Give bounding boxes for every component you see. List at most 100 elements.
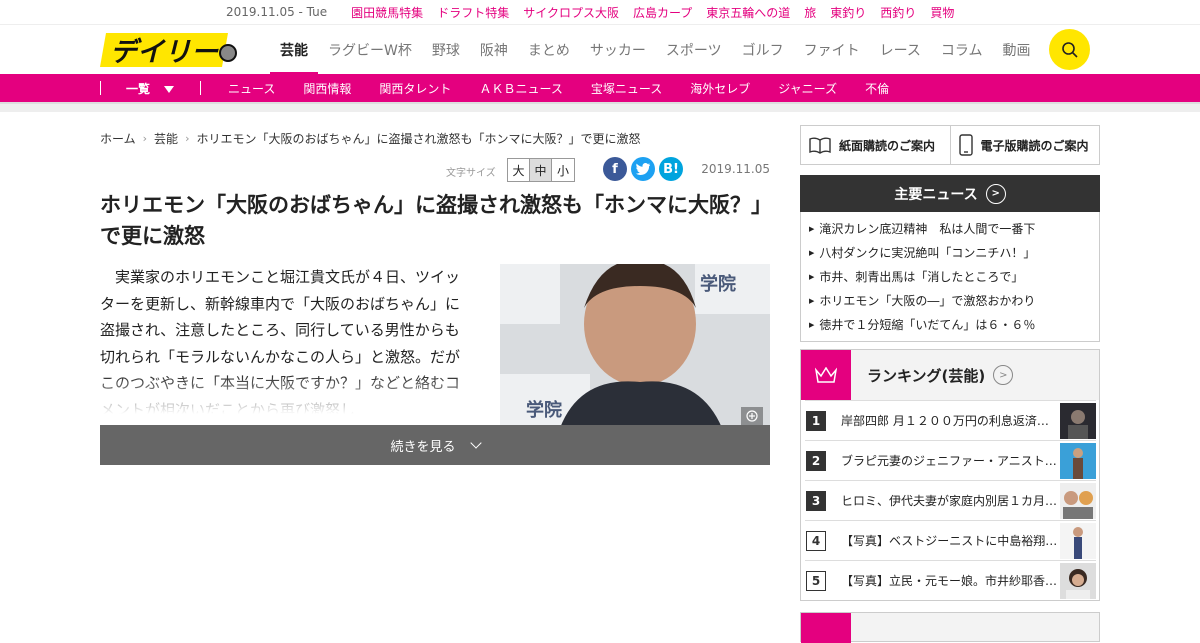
read-more-button[interactable]: 続きを見る <box>100 425 770 465</box>
ranking-heading[interactable]: ランキング(芸能) > <box>801 350 1099 400</box>
nav-item-matome[interactable]: まとめ <box>518 25 580 75</box>
rank-thumbnail <box>1060 402 1096 439</box>
publish-date: 2019.11.05 <box>701 162 770 176</box>
breadcrumb-category[interactable]: 芸能 <box>154 130 178 147</box>
rank-number: 2 <box>806 450 826 471</box>
article-photo[interactable]: 学院 学院 <box>500 264 770 428</box>
social-share: f B! <box>603 157 687 181</box>
article-body: 実業家のホリエモンこと堀江貴文氏が４日、ツイッターを更新し、新幹線車内で「大阪の… <box>100 264 770 428</box>
twitter-icon[interactable] <box>631 157 655 181</box>
photo-illustration: 学院 学院 <box>500 264 770 428</box>
sub-nav-item[interactable]: ジャニーズ <box>778 80 837 97</box>
font-size-medium[interactable]: 中 <box>530 159 552 181</box>
sub-nav-item[interactable]: ＡＫＢニュース <box>479 80 562 97</box>
ranking-item[interactable]: 5 【写真】立民・元モー娘。市井紗耶香… <box>805 560 1096 600</box>
nav-item-geino[interactable]: 芸能 <box>270 25 318 75</box>
sub-nav-item[interactable]: ニュース <box>228 80 275 97</box>
news-item[interactable]: 滝沢カレン底辺精神 私は人間で一番下 <box>809 217 1099 241</box>
ranking-item[interactable]: 1 岸部四郎 月１２００万円の利息返済… <box>805 400 1096 440</box>
print-subscription-link[interactable]: 紙面購読のご案内 <box>801 126 951 164</box>
header-divider <box>0 102 1200 112</box>
svg-text:学院: 学院 <box>700 273 736 295</box>
chevron-right-icon: › <box>185 131 190 145</box>
print-subscription-label: 紙面購読のご案内 <box>839 138 936 153</box>
rank-text: 岸部四郎 月１２００万円の利息返済… <box>841 414 1049 428</box>
sub-nav-item[interactable]: 宝塚ニュース <box>591 80 662 97</box>
font-size-small[interactable]: 小 <box>552 159 574 181</box>
nav-item-fight[interactable]: ファイト <box>794 25 870 75</box>
crown-icon <box>801 350 851 400</box>
sub-nav-item[interactable]: 関西情報 <box>303 80 351 97</box>
font-size-large[interactable]: 大 <box>508 159 530 181</box>
category-dropdown[interactable]: 一覧 <box>126 80 175 97</box>
rank-thumbnail <box>1060 442 1096 479</box>
sub-nav-item[interactable]: 海外セレブ <box>690 80 750 97</box>
daily-logo[interactable]: デイリー <box>100 31 240 69</box>
nav-item-column[interactable]: コラム <box>931 25 993 75</box>
top-link[interactable]: 旅 <box>804 4 816 21</box>
read-more-label: 続きを見る <box>390 439 456 455</box>
chevron-down-icon <box>164 86 175 93</box>
next-sidebar-box <box>800 612 1100 643</box>
smartphone-icon <box>958 134 973 156</box>
facebook-icon[interactable]: f <box>603 157 627 181</box>
rank-number: 3 <box>806 490 826 511</box>
nav-item-soccer[interactable]: サッカー <box>580 25 656 75</box>
divider <box>100 81 101 95</box>
main-news-title: 主要ニュース <box>894 186 978 203</box>
nav-item-rugby[interactable]: ラグビーW杯 <box>318 25 422 75</box>
sub-nav-item[interactable]: 不倫 <box>865 80 889 97</box>
main-news-list: 滝沢カレン底辺精神 私は人間で一番下 八村ダンクに実況絶叫「コンニチハ！」 市井… <box>800 212 1100 342</box>
nav-item-sports[interactable]: スポーツ <box>656 25 732 75</box>
ranking-title: ランキング(芸能) <box>867 366 986 385</box>
main-news-heading[interactable]: 主要ニュース > <box>800 175 1100 212</box>
top-link[interactable]: 買物 <box>930 4 954 21</box>
category-dropdown-label: 一覧 <box>126 82 151 96</box>
rank-thumbnail <box>1060 562 1096 599</box>
hatena-bookmark-icon[interactable]: B! <box>659 157 683 181</box>
ranking-item[interactable]: 2 ブラピ元妻のジェニファー・アニスト… <box>805 440 1096 480</box>
divider <box>200 81 201 95</box>
news-item[interactable]: 八村ダンクに実況絶叫「コンニチハ！」 <box>809 241 1099 265</box>
nav-item-video[interactable]: 動画 <box>992 25 1040 75</box>
rank-number: 5 <box>806 570 826 591</box>
arrow-right-icon: > <box>993 365 1014 385</box>
article-tools: 文字サイズ 大 中 小 f B! 2019.11.05 <box>100 156 770 186</box>
rank-text: 【写真】ベストジーニストに中島裕翔… <box>841 534 1056 548</box>
top-link[interactable]: 西釣り <box>880 4 916 21</box>
sub-nav-links: ニュース 関西情報 関西タレント ＡＫＢニュース 宝塚ニュース 海外セレブ ジャ… <box>228 80 917 97</box>
article-main: ホーム › 芸能 › ホリエモン「大阪のおばちゃん」に盗撮され激怒も「ホンマに大… <box>100 128 770 465</box>
news-item[interactable]: 市井、刺青出馬は「消したところで」 <box>809 265 1099 289</box>
sub-nav-item[interactable]: 関西タレント <box>379 80 451 97</box>
search-button[interactable] <box>1049 29 1090 70</box>
ranking-item[interactable]: 4 【写真】ベストジーニストに中島裕翔… <box>805 520 1096 560</box>
nav-item-golf[interactable]: ゴルフ <box>732 25 794 75</box>
ranking-item[interactable]: 3 ヒロミ、伊代夫妻が家庭内別居１カ月… <box>805 480 1096 520</box>
news-item[interactable]: 徳井で１分短縮「いだてん」は６・６％ <box>809 313 1099 337</box>
top-link[interactable]: サイクロプス大阪 <box>523 4 619 21</box>
site-header: デイリー 芸能 ラグビーW杯 野球 阪神 まとめ サッカー スポーツ ゴルフ フ… <box>0 24 1200 75</box>
rank-thumbnail <box>1060 482 1096 519</box>
current-date: 2019.11.05 - Tue <box>226 5 328 19</box>
chevron-right-icon: › <box>142 131 148 145</box>
crown-icon <box>801 613 851 643</box>
nav-item-baseball[interactable]: 野球 <box>422 25 470 75</box>
top-strip: 2019.11.05 - Tue 園田競馬特集 ドラフト特集 サイクロプス大阪 … <box>0 0 1200 24</box>
top-link[interactable]: 広島カープ <box>633 4 692 21</box>
top-link[interactable]: 東釣り <box>830 4 866 21</box>
top-link[interactable]: ドラフト特集 <box>437 4 509 21</box>
top-link[interactable]: 園田競馬特集 <box>351 4 423 21</box>
search-icon <box>1061 41 1078 58</box>
font-size-switcher: 大 中 小 <box>507 158 575 182</box>
global-nav: 芸能 ラグビーW杯 野球 阪神 まとめ サッカー スポーツ ゴルフ ファイト レ… <box>270 25 1088 75</box>
news-item[interactable]: ホリエモン「大阪の―」で激怒おかわり <box>809 289 1099 313</box>
svg-text:学院: 学院 <box>526 399 562 421</box>
breadcrumb-home[interactable]: ホーム <box>100 130 136 147</box>
rank-thumbnail <box>1060 522 1096 559</box>
nav-item-race[interactable]: レース <box>870 25 931 75</box>
top-link[interactable]: 東京五輪への道 <box>706 4 790 21</box>
digital-subscription-link[interactable]: 電子版購読のご案内 <box>951 126 1100 164</box>
ranking-box: ランキング(芸能) > 1 岸部四郎 月１２００万円の利息返済… 2 ブラピ元妻… <box>800 349 1100 601</box>
article-lede: 実業家のホリエモンこと堀江貴文氏が４日、ツイッターを更新し、新幹線車内で「大阪の… <box>100 264 472 414</box>
nav-item-hanshin[interactable]: 阪神 <box>470 25 518 75</box>
